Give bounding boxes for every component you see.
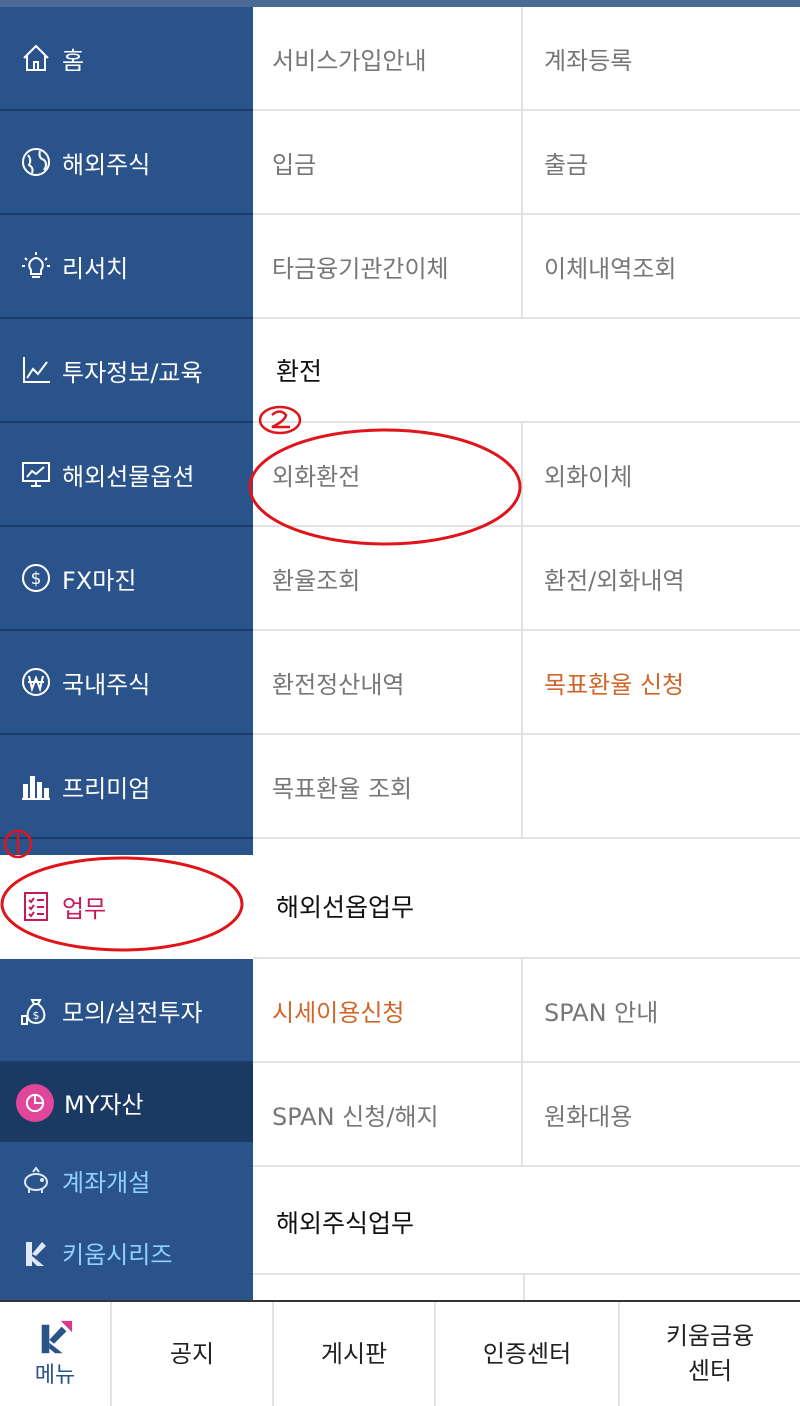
sidebar-item-label: 프리미엄	[62, 774, 151, 803]
top-strip	[0, 0, 800, 7]
lightbulb-icon	[20, 250, 52, 282]
my-asset-button[interactable]: MY자산	[0, 1063, 253, 1142]
menu-row: 서비스가입안내 계좌등록	[253, 7, 800, 111]
finance-center-line2: 센터	[687, 1357, 733, 1385]
sidebar-item-label: FX마진	[62, 566, 137, 595]
open-account-link[interactable]: 계좌개설	[0, 1145, 253, 1215]
menu-item-interbank-transfer[interactable]: 타금융기관간이체	[253, 215, 523, 317]
open-account-label: 계좌개설	[62, 1168, 151, 1197]
menu-item-span-guide[interactable]: SPAN 안내	[525, 959, 800, 1061]
menu-row: SPAN 신청/해지 원화대용	[253, 1063, 800, 1167]
sidebar-item-overseas-futures[interactable]: 해외선물옵션	[0, 423, 253, 527]
kiwoom-k-logo-icon	[41, 1320, 73, 1354]
sidebar-item-label: 해외선물옵션	[62, 462, 195, 491]
sidebar-item-overseas-stock[interactable]: 해외주식	[0, 111, 253, 215]
sidebar-item-mock-invest[interactable]: $ 모의/실전투자	[0, 959, 253, 1063]
kiwoom-series-label: 키움시리즈	[62, 1240, 173, 1269]
menu-item-withdraw[interactable]: 출금	[525, 111, 800, 213]
divider	[523, 1275, 525, 1300]
menu-row: 시세이용신청 SPAN 안내	[253, 959, 800, 1063]
sidebar-item-label: 홈	[62, 46, 85, 75]
sidebar-item-domestic-stock[interactable]: 국내주식	[0, 631, 253, 735]
monitor-chart-icon	[20, 458, 52, 490]
sidebar-item-research[interactable]: 리서치	[0, 215, 253, 319]
sidebar-item-fx-margin[interactable]: $ FX마진	[0, 527, 253, 631]
menu-item-service-guide[interactable]: 서비스가입안내	[253, 7, 523, 109]
menu-item-quote-apply[interactable]: 시세이용신청	[253, 959, 523, 1061]
board-button[interactable]: 게시판	[272, 1302, 434, 1406]
menu-row: 환율조회 환전/외화내역	[253, 527, 800, 631]
menu-item-target-rate-apply[interactable]: 목표환율 신청	[525, 631, 800, 733]
globe-icon	[20, 146, 52, 178]
menu-row: 입금 출금	[253, 111, 800, 215]
menu-row: 타금융기관간이체 이체내역조회	[253, 215, 800, 319]
money-bag-icon: $	[20, 994, 52, 1026]
section-title-exchange: 환전	[253, 319, 800, 423]
finance-center-line1: 키움금융	[665, 1322, 755, 1351]
menu-item-settlement-history[interactable]: 환전정산내역	[253, 631, 523, 733]
menu-row: 목표환율 조회	[253, 735, 800, 839]
menu-content: 서비스가입안내 계좌등록 입금 출금 타금융기관간이체 이체내역조회 환전 외화…	[253, 7, 800, 1300]
sidebar-item-label: 리서치	[62, 254, 129, 283]
menu-item-span-apply[interactable]: SPAN 신청/해지	[253, 1063, 523, 1165]
menu-row: 외화환전 외화이체	[253, 423, 800, 527]
menu-item-exchange-history[interactable]: 환전/외화내역	[525, 527, 800, 629]
menu-item-fx-transfer[interactable]: 외화이체	[525, 423, 800, 525]
kiwoom-logo-icon	[20, 1236, 52, 1268]
piggy-bank-icon	[20, 1164, 52, 1196]
menu-item-deposit[interactable]: 입금	[253, 111, 523, 213]
home-icon	[20, 42, 52, 74]
menu-label: 메뉴	[34, 1363, 76, 1388]
sidebar-item-label: 모의/실전투자	[62, 998, 203, 1027]
sidebar-item-label: 해외주식	[62, 150, 151, 179]
sidebar-item-home[interactable]: 홈	[0, 7, 253, 111]
line-chart-icon	[20, 354, 52, 386]
menu-item-krw-substitute[interactable]: 원화대용	[525, 1063, 800, 1165]
section-title-overseas-stock: 해외주식업무	[253, 1171, 800, 1275]
svg-text:$: $	[33, 1009, 40, 1022]
clipboard-list-icon	[20, 890, 52, 922]
sidebar: 홈 해외주식 리서치 투자정보/교육 해외선물옵션 $ FX마진 국내주식 프리…	[0, 7, 253, 1300]
menu-item-rate-inquiry[interactable]: 환율조회	[253, 527, 523, 629]
finance-center-button[interactable]: 키움금융 센터	[618, 1302, 800, 1406]
menu-button[interactable]: 메뉴	[0, 1302, 110, 1406]
sidebar-item-label: 국내주식	[62, 670, 151, 699]
menu-row: 환전정산내역 목표환율 신청	[253, 631, 800, 735]
section-title-futures: 해외선옵업무	[253, 855, 800, 959]
cert-center-button[interactable]: 인증센터	[434, 1302, 618, 1406]
won-coin-icon	[20, 666, 52, 698]
sidebar-item-label: 투자정보/교육	[62, 358, 203, 387]
bottom-bar: 메뉴 공지 게시판 인증센터 키움금융 센터	[0, 1300, 800, 1406]
menu-item-target-rate-inquiry[interactable]: 목표환율 조회	[253, 735, 523, 837]
sidebar-item-business[interactable]: 업무	[0, 855, 253, 959]
notice-button[interactable]: 공지	[110, 1302, 272, 1406]
sidebar-item-premium[interactable]: 프리미엄	[0, 735, 253, 839]
dollar-coin-icon: $	[20, 562, 52, 594]
kiwoom-series-link[interactable]: 키움시리즈	[0, 1217, 253, 1287]
menu-item-account-register[interactable]: 계좌등록	[525, 7, 800, 109]
menu-item-transfer-history[interactable]: 이체내역조회	[525, 215, 800, 317]
sidebar-item-invest-info[interactable]: 투자정보/교육	[0, 319, 253, 423]
pie-chart-icon	[16, 1083, 54, 1122]
menu-item-empty	[525, 735, 800, 837]
bar-chart-icon	[20, 770, 52, 802]
my-asset-label: MY자산	[64, 1091, 144, 1119]
svg-text:$: $	[31, 569, 42, 589]
sidebar-item-label: 업무	[62, 894, 107, 923]
menu-item-fx-exchange[interactable]: 외화환전	[253, 423, 523, 525]
